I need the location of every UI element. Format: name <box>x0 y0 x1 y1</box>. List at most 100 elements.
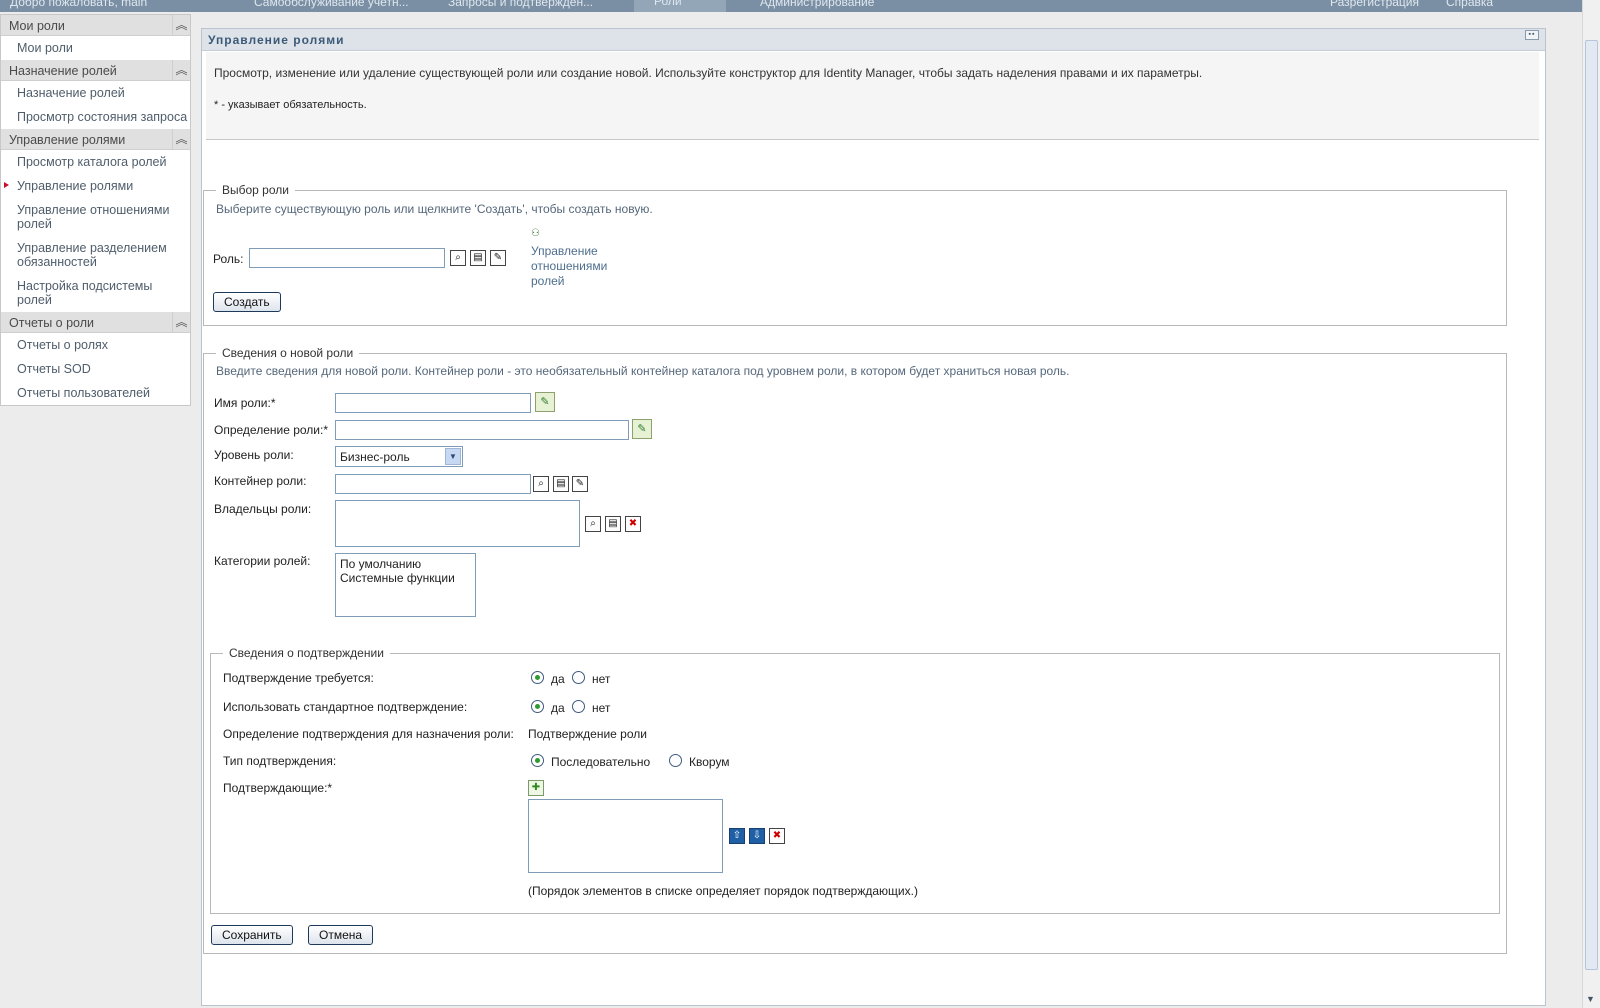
remove-icon[interactable]: ✖ <box>625 516 641 532</box>
tab-requests[interactable]: Запросы и подтвержден... <box>448 0 593 9</box>
new-role-legend: Сведения о новой роли <box>222 346 354 360</box>
role-select-hint: Выберите существующую роль или щелкните … <box>216 202 653 216</box>
sidebar: Мои роли ︽ Мои роли Назначение ролей ︽ Н… <box>0 14 191 406</box>
role-name-label: Имя роли:* <box>214 396 276 410</box>
tab-administration[interactable]: Администрирование <box>760 0 874 9</box>
collapse-icon[interactable]: ︽ <box>172 129 190 149</box>
help-link[interactable]: Справка <box>1446 0 1493 9</box>
role-name-input[interactable] <box>335 393 531 413</box>
object-browser-icon[interactable]: ▤ <box>553 476 569 492</box>
collapse-icon[interactable]: ︽ <box>172 15 190 35</box>
object-browser-icon[interactable]: ▤ <box>470 250 486 266</box>
role-relations-link[interactable]: Управление отношениями ролей <box>531 244 621 289</box>
approval-type-quorum-radio[interactable] <box>669 754 682 767</box>
sidebar-item-separation-of-duties[interactable]: Управление разделением обязанностей <box>1 236 190 274</box>
role-owners-label: Владельцы роли: <box>214 502 312 516</box>
role-management-panel: Управление ролями ▪▪ Просмотр, изменение… <box>201 28 1546 1006</box>
top-navigation-bar: Добро пожаловать, main Самообслуживание … <box>0 0 1582 12</box>
add-icon[interactable]: ✚ <box>528 780 544 796</box>
approval-definition-value: Подтверждение роли <box>528 727 647 741</box>
sidebar-item-user-reports[interactable]: Отчеты пользователей <box>1 381 190 405</box>
role-level-label: Уровень роли: <box>214 448 294 462</box>
role-definition-input[interactable] <box>335 420 629 440</box>
edit-history-icon[interactable]: ✎ <box>490 250 506 266</box>
sidebar-section-title: Назначение ролей <box>9 64 117 78</box>
approval-type-quorum-label: Кворум <box>689 755 730 769</box>
approval-required-yes-radio[interactable] <box>531 671 544 684</box>
scroll-down-icon[interactable]: ▼ <box>1586 994 1595 1004</box>
move-up-icon[interactable]: ⇧ <box>729 828 745 844</box>
maximize-icon[interactable]: ▪▪ <box>1525 30 1539 40</box>
approval-type-sequential-radio[interactable] <box>531 754 544 767</box>
sidebar-section-title: Мои роли <box>9 19 65 33</box>
approvers-label: Подтверждающие:* <box>223 781 333 795</box>
move-down-icon[interactable]: ⇩ <box>749 828 765 844</box>
role-categories-list[interactable]: По умолчанию Системные функции <box>335 553 476 617</box>
remove-icon[interactable]: ✖ <box>769 828 785 844</box>
standard-approval-label: Использовать стандартное подтверждение: <box>223 700 468 714</box>
sidebar-section-title: Управление ролями <box>9 133 126 147</box>
sidebar-section-role-reports[interactable]: Отчеты о роли ︽ <box>1 312 190 333</box>
tab-roles[interactable]: Роли <box>634 0 726 12</box>
sidebar-item-role-subsystem-settings[interactable]: Настройка подсистемы ролей <box>1 274 190 312</box>
sidebar-section-title: Отчеты о роли <box>9 316 95 330</box>
role-level-select[interactable]: Бизнес-роль ▼ <box>335 446 463 467</box>
role-container-label: Контейнер роли: <box>214 474 307 488</box>
category-option[interactable]: Системные функции <box>340 571 471 585</box>
search-icon[interactable]: ⌕ <box>585 516 601 532</box>
new-role-hint: Введите сведения для новой роли. Контейн… <box>216 364 1070 378</box>
localize-icon[interactable]: ✎ <box>632 419 652 439</box>
object-browser-icon[interactable]: ▤ <box>605 516 621 532</box>
save-button[interactable]: Сохранить <box>211 925 293 945</box>
sidebar-item-role-relations[interactable]: Управление отношениями ролей <box>1 198 190 236</box>
sidebar-section-role-assignment[interactable]: Назначение ролей ︽ <box>1 60 190 81</box>
sidebar-item-role-catalog[interactable]: Просмотр каталога ролей <box>1 150 190 174</box>
approval-legend: Сведения о подтверждении <box>229 646 384 660</box>
sidebar-item-my-roles[interactable]: Мои роли <box>1 36 190 60</box>
collapse-icon[interactable]: ︽ <box>172 60 190 80</box>
vertical-scrollbar[interactable]: ▼ <box>1582 0 1600 1008</box>
role-input[interactable] <box>249 248 445 268</box>
approval-required-no-radio[interactable] <box>572 671 585 684</box>
approval-fieldset: Сведения о подтверждении <box>210 646 1500 914</box>
panel-header: Управление ролями ▪▪ <box>202 29 1545 51</box>
sidebar-item-manage-roles[interactable]: Управление ролями <box>1 174 190 198</box>
edit-history-icon[interactable]: ✎ <box>572 476 588 492</box>
page-description: Просмотр, изменение или удаление существ… <box>214 66 1203 80</box>
sidebar-item-sod-reports[interactable]: Отчеты SOD <box>1 357 190 381</box>
page-title: Управление ролями <box>208 33 345 47</box>
approvers-order-note: (Порядок элементов в списке определяет п… <box>528 884 918 898</box>
localize-icon[interactable]: ✎ <box>535 392 555 412</box>
scrollbar-thumb[interactable] <box>1585 40 1598 970</box>
required-note: * - указывает обязательность. <box>214 99 367 111</box>
role-select-legend: Выбор роли <box>222 183 289 197</box>
chevron-down-icon[interactable]: ▼ <box>445 448 461 465</box>
role-container-input[interactable] <box>335 474 531 494</box>
approval-required-label: Подтверждение требуется: <box>223 671 374 685</box>
sidebar-section-my-roles[interactable]: Мои роли ︽ <box>1 15 190 36</box>
sidebar-item-role-reports[interactable]: Отчеты о ролях <box>1 333 190 357</box>
sidebar-item-request-status[interactable]: Просмотр состояния запроса <box>1 105 190 129</box>
create-button[interactable]: Создать <box>213 292 281 312</box>
tab-self-service[interactable]: Самообслуживание учетн... <box>254 0 409 9</box>
role-relations-icon: ⚇ <box>531 228 540 239</box>
approval-required-no-label: нет <box>592 672 611 686</box>
approval-type-label: Тип подтверждения: <box>223 754 337 768</box>
approval-type-sequential-label: Последовательно <box>551 755 651 769</box>
category-option[interactable]: По умолчанию <box>340 557 471 571</box>
cancel-button[interactable]: Отмена <box>308 925 374 945</box>
role-label: Роль: <box>213 252 244 266</box>
role-owners-list[interactable] <box>335 500 580 547</box>
search-icon[interactable]: ⌕ <box>533 476 549 492</box>
sidebar-section-role-management[interactable]: Управление ролями ︽ <box>1 129 190 150</box>
search-icon[interactable]: ⌕ <box>450 250 466 266</box>
sidebar-item-assign-roles[interactable]: Назначение ролей <box>1 81 190 105</box>
role-definition-label: Определение роли:* <box>214 423 328 437</box>
standard-approval-no-radio[interactable] <box>572 700 585 713</box>
logout-link[interactable]: Разрегистрация <box>1330 0 1419 9</box>
collapse-icon[interactable]: ︽ <box>172 312 190 332</box>
approvers-list[interactable] <box>528 799 723 873</box>
standard-approval-yes-radio[interactable] <box>531 700 544 713</box>
role-level-value: Бизнес-роль <box>340 450 410 464</box>
approval-required-yes-label: да <box>551 672 565 686</box>
